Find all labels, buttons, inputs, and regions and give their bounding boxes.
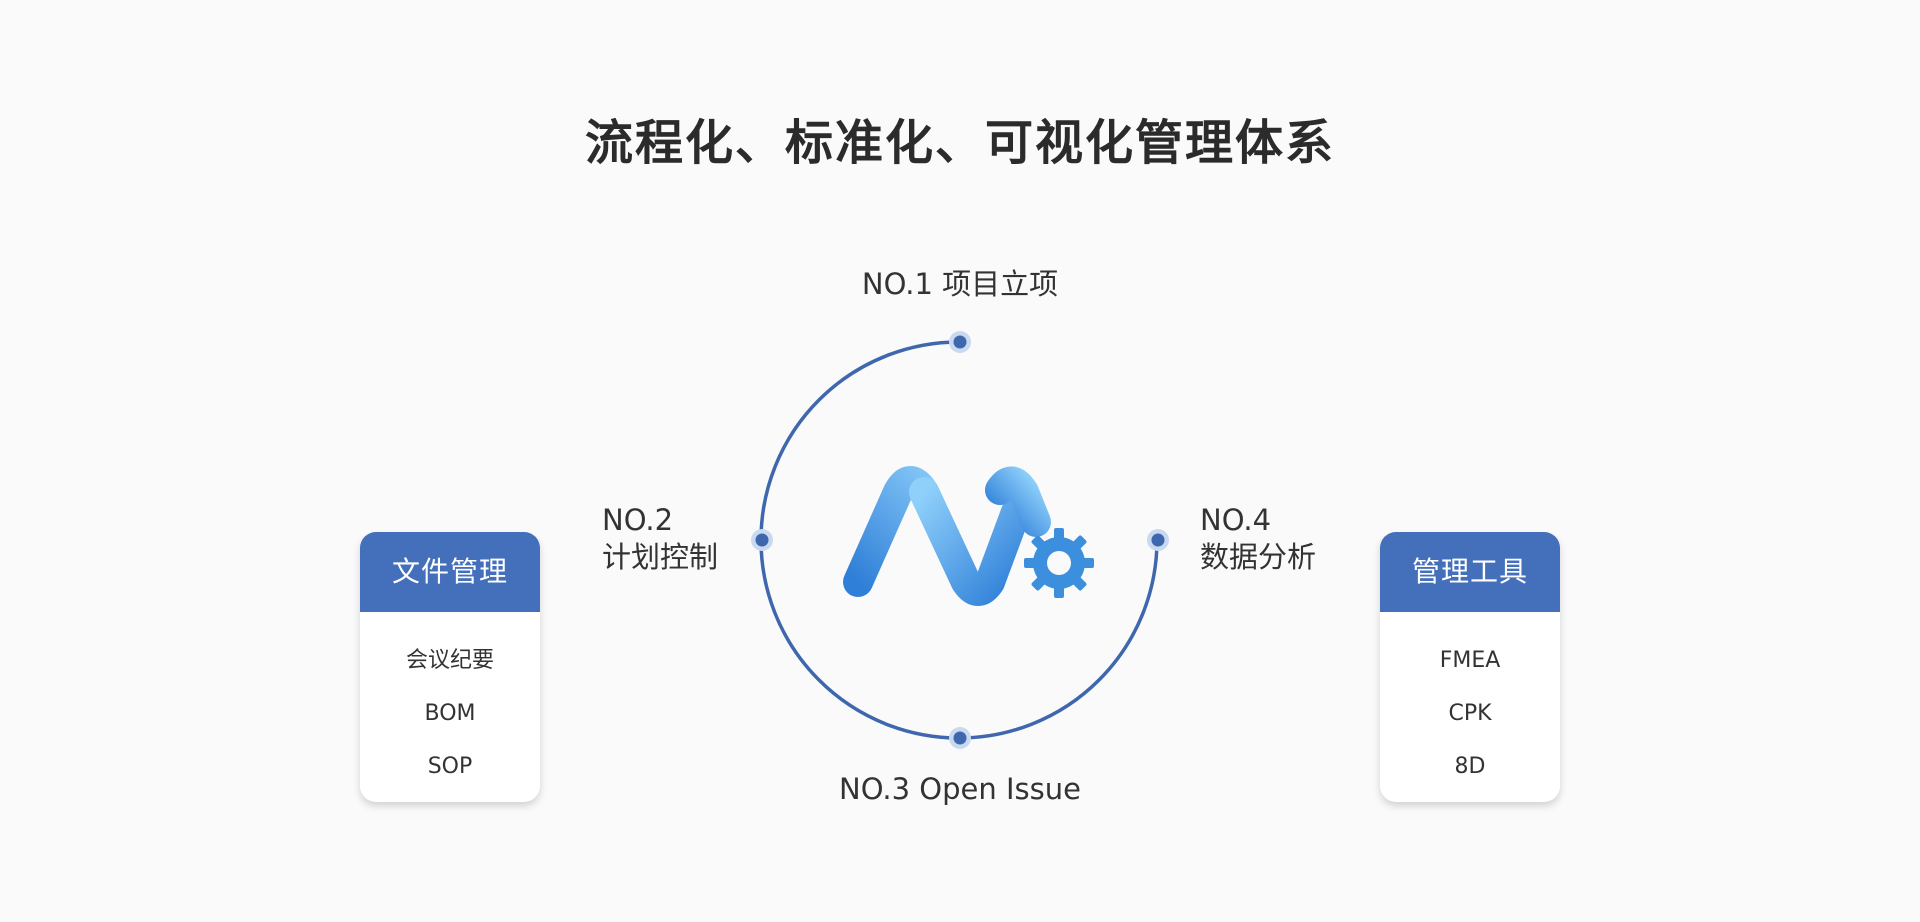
management-tools-card-title: 管理工具: [1380, 532, 1560, 612]
step-node-4: [1147, 529, 1169, 551]
list-item: CPK: [1448, 701, 1492, 726]
stage: 流程化、标准化、可视化管理体系 NO.1 项目立项 NO.2 计划控制 NO.3…: [0, 0, 1920, 922]
step-node-2: [751, 529, 773, 551]
step-3-label: NO.3 Open Issue: [839, 772, 1081, 806]
file-management-card-title: 文件管理: [360, 532, 540, 612]
step-4-text: 数据分析: [1200, 540, 1317, 574]
step-2-label: NO.2 计划控制: [602, 502, 718, 576]
list-item: FMEA: [1439, 648, 1501, 673]
step-4-label: NO.4 数据分析: [1200, 502, 1316, 576]
management-tools-card: 管理工具 FMEA CPK 8D: [1380, 532, 1560, 802]
management-tools-list: FMEA CPK 8D: [1380, 612, 1560, 793]
file-management-card: 文件管理 会议纪要 BOM SOP: [360, 532, 540, 802]
gear-icon: [1024, 528, 1094, 598]
list-item: 会议纪要: [405, 648, 494, 673]
step-node-3: [949, 727, 971, 749]
step-2-number: NO.2: [602, 503, 674, 537]
list-item: SOP: [427, 754, 473, 779]
list-item: 8D: [1454, 754, 1486, 779]
step-1-label: NO.1 项目立项: [861, 267, 1059, 301]
file-management-list: 会议纪要 BOM SOP: [360, 612, 540, 793]
m-gear-logo-icon: [843, 466, 1094, 606]
step-2-text: 计划控制: [602, 540, 719, 574]
step-node-1: [949, 331, 971, 353]
list-item: BOM: [424, 701, 476, 726]
step-4-number: NO.4: [1200, 503, 1272, 537]
